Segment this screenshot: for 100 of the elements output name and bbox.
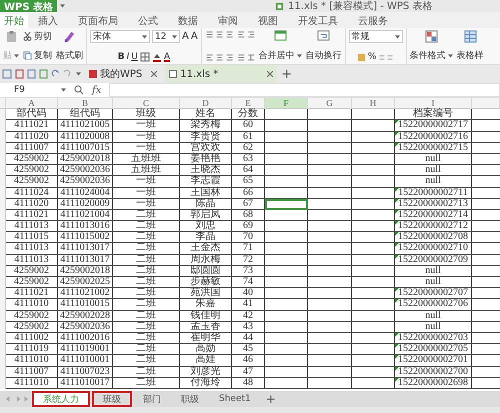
conditional-format-button[interactable]: 条件格式 <box>410 49 446 62</box>
menu-tab[interactable]: 数据 <box>168 14 208 28</box>
formula-input[interactable] <box>109 83 500 97</box>
copy-button[interactable]: 复制 <box>34 49 52 62</box>
empty-cell[interactable] <box>265 366 308 378</box>
align-icons-drawing[interactable] <box>204 30 255 39</box>
empty-cell[interactable] <box>265 288 308 300</box>
shrink-font-button[interactable]: A <box>190 31 198 42</box>
empty-cell[interactable] <box>265 254 308 266</box>
table-cell: 47 <box>232 366 265 378</box>
empty-cell[interactable] <box>265 176 308 188</box>
table-cell: 邸圆圆 <box>180 266 232 277</box>
table-cell: 70 <box>232 232 265 244</box>
cut-button[interactable]: 剪切 <box>34 30 52 43</box>
menu-tab[interactable]: 页面布局 <box>68 14 128 28</box>
bold-button[interactable]: B <box>118 52 125 62</box>
selected-cell[interactable] <box>265 198 308 210</box>
empty-cell[interactable] <box>265 322 308 333</box>
empty-cell[interactable] <box>265 120 308 132</box>
sheet-tab[interactable]: 部门 <box>134 391 170 407</box>
menu-tab[interactable]: 视图 <box>248 14 288 28</box>
empty-cell[interactable] <box>265 132 308 143</box>
table-style-button[interactable]: 表格样 <box>456 49 484 62</box>
caret-icon[interactable] <box>296 54 302 58</box>
column-header[interactable]: E <box>232 98 265 110</box>
sheet-tab[interactable]: 职级 <box>172 391 208 407</box>
menu-tab[interactable]: 插入 <box>28 14 68 28</box>
empty-cell[interactable] <box>265 210 308 222</box>
menu-tab[interactable]: 公式 <box>128 14 168 28</box>
empty-cell[interactable] <box>265 232 308 244</box>
empty-cell <box>308 332 352 344</box>
empty-cell[interactable] <box>265 332 308 344</box>
copy-icon[interactable] <box>23 51 32 60</box>
table-cell: 4259002 <box>6 277 58 288</box>
empty-cell[interactable] <box>265 310 308 322</box>
caret-icon[interactable] <box>142 34 147 38</box>
wrap-text-button[interactable]: 自动换行 <box>306 49 342 62</box>
caret-icon[interactable] <box>448 54 453 58</box>
align-icons-drawing[interactable] <box>204 53 255 62</box>
font-color-button[interactable]: A <box>164 52 170 62</box>
column-header[interactable]: D <box>180 98 232 110</box>
sheet-tab[interactable]: 班级 <box>92 391 132 407</box>
menu-tab[interactable]: 开始 <box>0 14 28 28</box>
percent-button[interactable]: % <box>368 52 376 62</box>
column-header[interactable]: F <box>265 98 308 110</box>
cell-reference-field[interactable]: F9 <box>0 85 66 95</box>
empty-cell[interactable] <box>265 221 308 232</box>
underline-button[interactable]: U <box>131 52 138 62</box>
empty-cell[interactable] <box>265 277 308 288</box>
brush-icon[interactable] <box>63 30 76 43</box>
format-painter-button[interactable]: 格式刷 <box>56 49 83 62</box>
caret-icon[interactable] <box>60 4 66 8</box>
new-tab-button[interactable]: + <box>281 66 292 82</box>
quick-access-icons-drawing[interactable] <box>2 69 72 79</box>
conditional-format-icon[interactable] <box>424 30 438 43</box>
column-header[interactable]: B <box>58 98 113 110</box>
merge-center-button[interactable]: 合并居中 <box>258 49 295 62</box>
search-icon[interactable] <box>74 85 84 95</box>
menu-tab[interactable]: 开发工具 <box>288 14 348 28</box>
empty-cell[interactable] <box>265 243 308 255</box>
empty-cell[interactable] <box>265 266 308 277</box>
wrap-text-icon[interactable] <box>317 30 330 41</box>
scissors-icon[interactable] <box>23 32 32 41</box>
italic-button[interactable]: I <box>126 52 130 62</box>
table-cell: null <box>395 277 472 288</box>
empty-cell[interactable] <box>265 299 308 311</box>
menu-tab[interactable]: 云服务 <box>348 14 398 28</box>
empty-cell[interactable] <box>265 154 308 166</box>
sheet-tab[interactable]: 系统人力 <box>32 391 90 407</box>
fill-color-icon[interactable] <box>152 52 162 62</box>
table-cell: 4111021004 <box>58 210 113 222</box>
font-name-field[interactable]: 宋体 <box>90 30 150 43</box>
sheet-tab[interactable]: Sheet1 <box>210 391 260 407</box>
caret-icon[interactable] <box>394 34 400 38</box>
app-menu-button[interactable]: WPS 表格 <box>0 0 58 12</box>
empty-cell[interactable] <box>265 188 308 199</box>
caret-icon[interactable] <box>61 88 66 92</box>
menu-tab[interactable]: 审阅 <box>208 14 248 28</box>
caret-icon[interactable] <box>172 34 177 38</box>
caret-icon[interactable] <box>76 72 81 76</box>
caret-icon[interactable] <box>14 54 19 58</box>
grow-font-button[interactable]: A <box>182 31 189 42</box>
column-header[interactable]: G <box>308 98 352 110</box>
number-format-field[interactable]: 常规 <box>348 30 403 43</box>
column-header[interactable]: H <box>352 98 395 110</box>
font-size-field[interactable]: 12 <box>152 30 180 43</box>
add-sheet-button[interactable]: + <box>262 391 280 407</box>
merge-cells-icon[interactable] <box>274 30 287 41</box>
table-cell: 4259002028 <box>58 310 113 322</box>
paste-icon[interactable] <box>6 30 16 43</box>
empty-cell[interactable] <box>265 344 308 356</box>
borders-icon[interactable] <box>140 52 150 62</box>
table-cell: 二班 <box>113 366 180 378</box>
empty-cell[interactable] <box>265 165 308 176</box>
document-tab[interactable]: 我的WPS <box>100 67 142 81</box>
empty-cell[interactable] <box>265 378 308 389</box>
function-button[interactable]: fx <box>92 84 102 96</box>
table-style-icon[interactable] <box>464 30 477 43</box>
empty-cell[interactable] <box>265 142 308 154</box>
empty-cell[interactable] <box>265 355 308 366</box>
